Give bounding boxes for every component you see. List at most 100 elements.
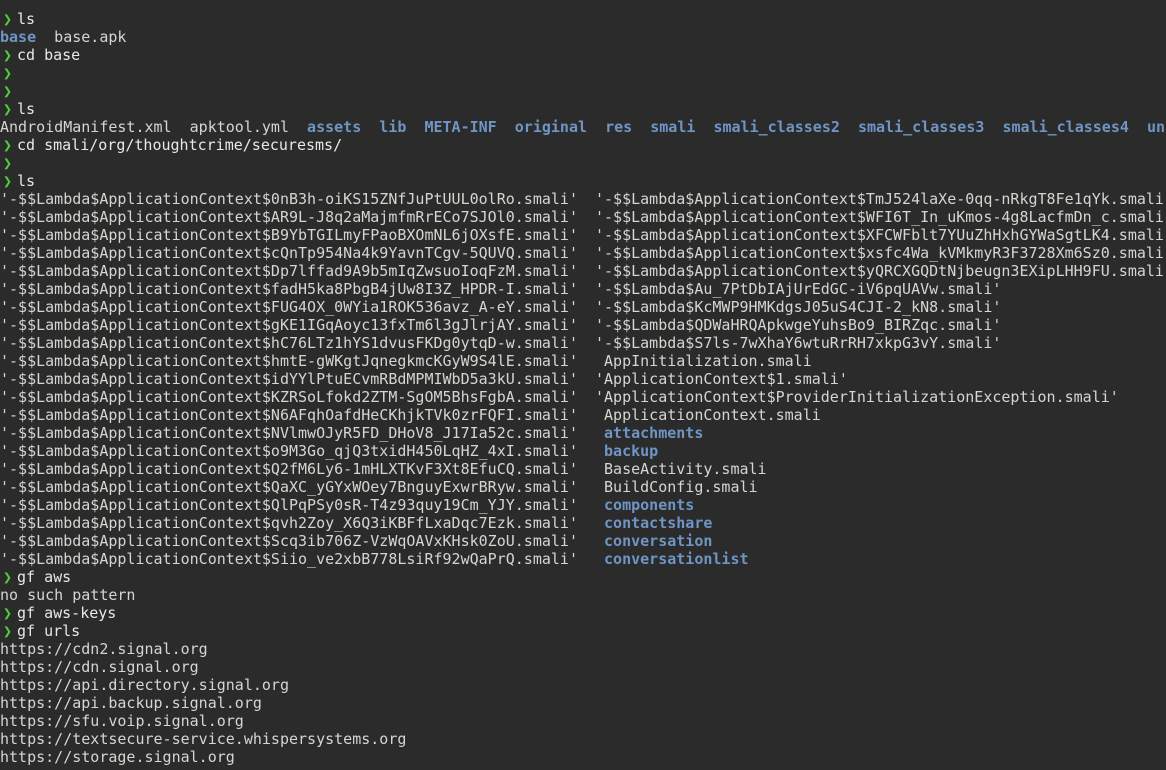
file-entry: '-$$Lambda$Au_7PtDbIAjUrEdGC-iV6pqUAVw.s… [595,280,1002,298]
file-entry: '-$$Lambda$ApplicationContext$XFCWFblt7Y… [595,226,1166,244]
file-entry [361,118,379,136]
directory-entry: unknown [1146,118,1166,136]
file-entry: ApplicationContext.smali [595,406,821,424]
file-entry [632,118,650,136]
directory-entry: attachments [595,424,704,442]
output-text: https://api.directory.signal.org [0,676,289,694]
ls-output-row: '-$$Lambda$ApplicationContext$NVlmwOJyR5… [0,424,1166,442]
file-entry: '-$$Lambda$ApplicationContext$QaXC_yGYxW… [0,478,578,496]
file-entry: '-$$Lambda$ApplicationContext$cQnTp954Na… [0,244,578,262]
directory-entry: original [514,118,588,136]
prompt-chevron-icon: ❯ [3,46,13,64]
command-text: ls [17,172,36,190]
file-entry: '-$$Lambda$ApplicationContext$yQRCXGQDtN… [595,262,1166,280]
file-entry: AppInitialization.smali [595,352,812,370]
ls-output-row: base base.apk [0,28,1166,46]
file-entry [1129,118,1147,136]
ls-output-row: '-$$Lambda$ApplicationContext$0nB3h-oiKS… [0,190,1166,208]
file-entry: '-$$Lambda$ApplicationContext$qvh2Zoy_X6… [0,514,578,532]
terminal-output[interactable]: ❯ ls base base.apk ❯ cd base ❯ ❯ ❯ ls AndroidMani… [0,10,1166,770]
command-text: gf aws-keys [17,604,117,622]
directory-entry: base [0,28,37,46]
file-entry: '-$$Lambda$ApplicationContext$0nB3h-oiKS… [0,190,578,208]
directory-entry: conversationlist [595,550,749,568]
prompt-line: ❯ ls [0,172,1166,190]
directory-entry: smali_classes4 [1002,118,1129,136]
file-entry: '-$$Lambda$ApplicationContext$gKE1IGqAoy… [0,316,578,334]
ls-output-row: '-$$Lambda$ApplicationContext$B9YbTGILmy… [0,226,1166,244]
file-entry: '-$$Lambda$ApplicationContext$B9YbTGILmy… [0,226,578,244]
command-text: gf urls [17,622,81,640]
directory-entry: META-INF [424,118,497,136]
command-text: cd base [17,46,81,64]
file-entry: AndroidManifest.xml apktool.yml [0,118,308,136]
prompt-chevron-icon: ❯ [3,10,13,28]
file-entry [984,118,1002,136]
command-output: https://storage.signal.org [0,748,1166,766]
output-text: https://storage.signal.org [0,748,235,766]
command-output: https://cdn2.signal.org [0,640,1166,658]
file-entry [587,118,605,136]
ls-output-row: AndroidManifest.xml apktool.yml assets l… [0,118,1166,136]
prompt-line: ❯ ls [0,10,1166,28]
file-entry: '-$$Lambda$ApplicationContext$hC76LTz1hY… [0,334,578,352]
prompt-line: ❯ ls [0,100,1166,118]
directory-entry: smali_classes2 [713,118,840,136]
ls-output-row: '-$$Lambda$ApplicationContext$gKE1IGqAoy… [0,316,1166,334]
prompt-chevron-icon: ❯ [3,136,13,154]
directory-entry: backup [595,442,659,460]
file-entry: '-$$Lambda$ApplicationContext$QlPqPSy0sR… [0,496,578,514]
ls-output-row: '-$$Lambda$ApplicationContext$hmtE-gWKgt… [0,352,1166,370]
directory-entry: contactshare [595,514,713,532]
file-entry: '-$$Lambda$QDWaHRQApkwgeYuhsBo9_BIRZqc.s… [595,316,1002,334]
file-entry [406,118,424,136]
command-text: ls [17,100,36,118]
command-output: https://sfu.voip.signal.org [0,712,1166,730]
file-entry: '-$$Lambda$ApplicationContext$TmJ524laXe… [595,190,1166,208]
output-text: https://api.backup.signal.org [0,694,262,712]
prompt-chevron-icon: ❯ [3,604,13,622]
file-entry: '-$$Lambda$KcMWP9HMKdgsJ05uS4CJI-2_kN8.s… [595,298,1002,316]
file-entry: '-$$Lambda$ApplicationContext$o9M3Go_qjQ… [0,442,578,460]
command-output: https://textsecure-service.whispersystem… [0,730,1166,748]
prompt-chevron-icon: ❯ [3,568,13,586]
command-text: ls [17,10,36,28]
directory-entry: res [605,118,633,136]
file-entry: 'ApplicationContext$ProviderInitializati… [595,388,1119,406]
output-text: no such pattern [0,586,136,604]
ls-output-row: '-$$Lambda$ApplicationContext$FUG4OX_0WY… [0,298,1166,316]
ls-output-row: '-$$Lambda$ApplicationContext$Siio_ve2xb… [0,550,1166,568]
command-output: https://api.backup.signal.org [0,694,1166,712]
file-entry: '-$$Lambda$ApplicationContext$idYYlPtuEC… [0,370,578,388]
file-entry: '-$$Lambda$ApplicationContext$fadH5ka8Pb… [0,280,578,298]
file-entry: '-$$Lambda$ApplicationContext$Q2fM6Ly6-1… [0,460,578,478]
ls-output-row: '-$$Lambda$ApplicationContext$N6AFqhOafd… [0,406,1166,424]
directory-entry: smali_classes3 [857,118,985,136]
ls-output-row: '-$$Lambda$ApplicationContext$Scq3ib706Z… [0,532,1166,550]
file-entry: BaseActivity.smali [595,460,767,478]
prompt-chevron-icon: ❯ [3,64,13,82]
ls-output-row: '-$$Lambda$ApplicationContext$QaXC_yGYxW… [0,478,1166,496]
prompt-line: ❯ gf urls [0,622,1166,640]
file-entry: '-$$Lambda$ApplicationContext$AR9L-J8q2a… [0,208,578,226]
ls-output-row: '-$$Lambda$ApplicationContext$hC76LTz1hY… [0,334,1166,352]
file-entry: '-$$Lambda$ApplicationContext$xsfc4Wa_kV… [595,244,1166,262]
file-entry: '-$$Lambda$ApplicationContext$Scq3ib706Z… [0,532,578,550]
file-entry [840,118,858,136]
output-text: https://sfu.voip.signal.org [0,712,244,730]
file-entry [695,118,713,136]
directory-entry: smali [650,118,696,136]
directory-entry: conversation [595,532,713,550]
ls-output-row: '-$$Lambda$ApplicationContext$qvh2Zoy_X6… [0,514,1166,532]
prompt-line: ❯ cd smali/org/thoughtcrime/securesms/ [0,136,1166,154]
directory-entry: components [595,496,695,514]
prompt-chevron-icon: ❯ [3,100,13,118]
prompt-line: ❯ cd base [0,46,1166,64]
prompt-line: ❯ [0,82,1166,100]
command-text: cd smali/org/thoughtcrime/securesms/ [17,136,343,154]
file-entry [497,118,515,136]
command-text: gf aws [17,568,72,586]
file-entry: '-$$Lambda$ApplicationContext$N6AFqhOafd… [0,406,578,424]
command-output: https://cdn.signal.org [0,658,1166,676]
file-entry: '-$$Lambda$ApplicationContext$hmtE-gWKgt… [0,352,578,370]
